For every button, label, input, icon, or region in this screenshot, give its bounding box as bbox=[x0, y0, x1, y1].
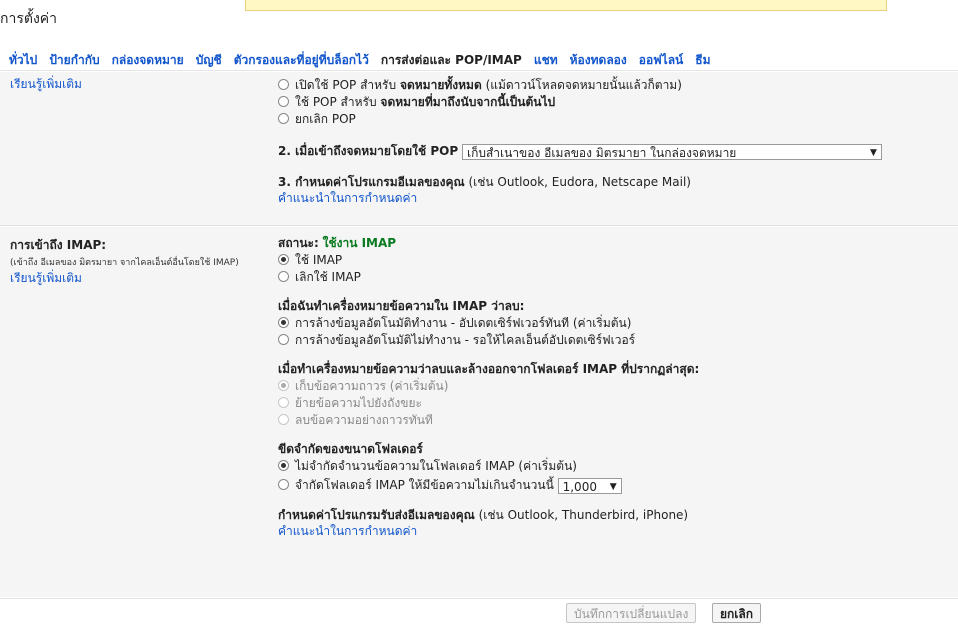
cancel-button[interactable]: ยกเลิก bbox=[712, 603, 762, 623]
folder-limit-heading: ขีดจำกัดของขนาดโฟลเดอร์ bbox=[278, 442, 423, 456]
radio-icon[interactable] bbox=[278, 113, 289, 124]
imap-enable-option[interactable]: ใช้ IMAP bbox=[278, 252, 938, 269]
dropdown-arrow-icon: ▼ bbox=[870, 147, 877, 158]
auto-expunge-on-option[interactable]: การล้างข้อมูลอัตโนมัติทำงาน - อัปเดตเซิร… bbox=[278, 315, 938, 332]
tab-general[interactable]: ทั่วไป bbox=[9, 51, 37, 70]
tab-forwarding-pop-imap[interactable]: การส่งต่อและ POP/IMAP bbox=[381, 51, 522, 70]
radio-icon[interactable] bbox=[278, 271, 289, 282]
tab-labs[interactable]: ห้องทดลอง bbox=[570, 51, 627, 70]
radio-icon[interactable] bbox=[278, 96, 289, 107]
radio-icon[interactable] bbox=[278, 460, 289, 471]
expunge-delete-option[interactable]: ลบข้อความอย่างถาวรทันที bbox=[278, 412, 938, 429]
folder-limit-option[interactable]: จำกัดโฟลเดอร์ IMAP ให้มีข้อความไม่เกินจำ… bbox=[278, 475, 938, 495]
tab-accounts[interactable]: บัญชี bbox=[196, 51, 222, 70]
radio-icon[interactable] bbox=[278, 317, 289, 328]
pop-disable-option[interactable]: ยกเลิก POP bbox=[278, 111, 938, 128]
pop-enable-from-now-option[interactable]: ใช้ POP สำหรับ จดหมายที่มาถึงนับจากนี้เป… bbox=[278, 94, 938, 111]
radio-icon[interactable] bbox=[278, 254, 289, 265]
auto-expunge-off-option[interactable]: การล้างข้อมูลอัตโนมัติไม่ทำงาน - รอให้ไค… bbox=[278, 332, 938, 349]
folder-limit-select[interactable]: 1,000 ▼ bbox=[557, 477, 622, 494]
pop-access-select[interactable]: เก็บสำเนาของ อีเมลของ มิตรมายา ในกล่องจด… bbox=[461, 143, 882, 160]
tab-inbox[interactable]: กล่องจดหมาย bbox=[112, 51, 184, 70]
pop-section: เรียนรู้เพิ่มเติม เปิดใช้ POP สำหรับ จดห… bbox=[0, 72, 958, 226]
tab-labels[interactable]: ป้ายกำกับ bbox=[49, 51, 99, 70]
save-changes-button[interactable]: บันทึกการเปลี่ยนแปลง bbox=[566, 603, 697, 623]
tab-offline[interactable]: ออฟไลน์ bbox=[639, 51, 684, 70]
imap-expunge-heading: เมื่อทำเครื่องหมายข้อความว่าลบและล้างออก… bbox=[278, 362, 700, 376]
imap-section: การเข้าถึง IMAP: (เข้าถึง อีเมลของ มิตรม… bbox=[0, 227, 958, 597]
tab-filters[interactable]: ตัวกรองและที่อยู่ที่บล็อกไว้ bbox=[234, 51, 369, 70]
tab-themes[interactable]: ธีม bbox=[695, 51, 710, 70]
radio-icon[interactable] bbox=[278, 380, 289, 391]
imap-disable-option[interactable]: เลิกใช้ IMAP bbox=[278, 269, 938, 286]
pop-client-label: 3. กำหนดค่าโปรแกรมอีเมลของคุณ bbox=[278, 175, 465, 189]
radio-icon[interactable] bbox=[278, 79, 289, 90]
expunge-trash-option[interactable]: ย้ายข้อความไปยังถังขยะ bbox=[278, 395, 938, 412]
pop-learn-more-link[interactable]: เรียนรู้เพิ่มเติม bbox=[10, 77, 82, 91]
folder-no-limit-option[interactable]: ไม่จำกัดจำนวนข้อความในโฟลเดอร์ IMAP (ค่า… bbox=[278, 458, 938, 475]
imap-heading: การเข้าถึง IMAP: bbox=[10, 238, 107, 252]
notification-bar bbox=[245, 0, 887, 11]
imap-status-label: สถานะ: bbox=[278, 236, 319, 250]
tab-chat[interactable]: แชท bbox=[534, 51, 558, 70]
imap-config-instructions-link[interactable]: คำแนะนำในการกำหนดค่า bbox=[278, 524, 417, 538]
imap-status-value: ใช้งาน IMAP bbox=[322, 236, 397, 250]
imap-client-label: กำหนดค่าโปรแกรมรับส่งอีเมลของคุณ bbox=[278, 508, 475, 522]
settings-footer: บันทึกการเปลี่ยนแปลง ยกเลิก bbox=[0, 598, 958, 631]
imap-delete-heading: เมื่อฉันทำเครื่องหมายข้อความใน IMAP ว่าล… bbox=[278, 299, 525, 313]
pop-enable-all-option[interactable]: เปิดใช้ POP สำหรับ จดหมายทั้งหมด (แม้ดาว… bbox=[278, 77, 938, 94]
radio-icon[interactable] bbox=[278, 479, 289, 490]
settings-tabs: ทั่วไป ป้ายกำกับ กล่องจดหมาย บัญชี ตัวกร… bbox=[0, 51, 958, 71]
page-title: การตั้งค่า bbox=[0, 11, 58, 27]
pop-access-label: 2. เมื่อเข้าถึงจดหมายโดยใช้ POP bbox=[278, 144, 459, 158]
radio-icon[interactable] bbox=[278, 334, 289, 345]
radio-icon[interactable] bbox=[278, 414, 289, 425]
imap-subheading: (เข้าถึง อีเมลของ มิตรมายา จากไคลเอ็นต์อ… bbox=[10, 258, 239, 268]
dropdown-arrow-icon: ▼ bbox=[609, 481, 617, 492]
expunge-archive-option[interactable]: เก็บข้อความถาวร (ค่าเริ่มต้น) bbox=[278, 378, 938, 395]
imap-learn-more-link[interactable]: เรียนรู้เพิ่มเติม bbox=[10, 269, 260, 288]
pop-config-instructions-link[interactable]: คำแนะนำในการกำหนดค่า bbox=[278, 191, 417, 205]
radio-icon[interactable] bbox=[278, 397, 289, 408]
